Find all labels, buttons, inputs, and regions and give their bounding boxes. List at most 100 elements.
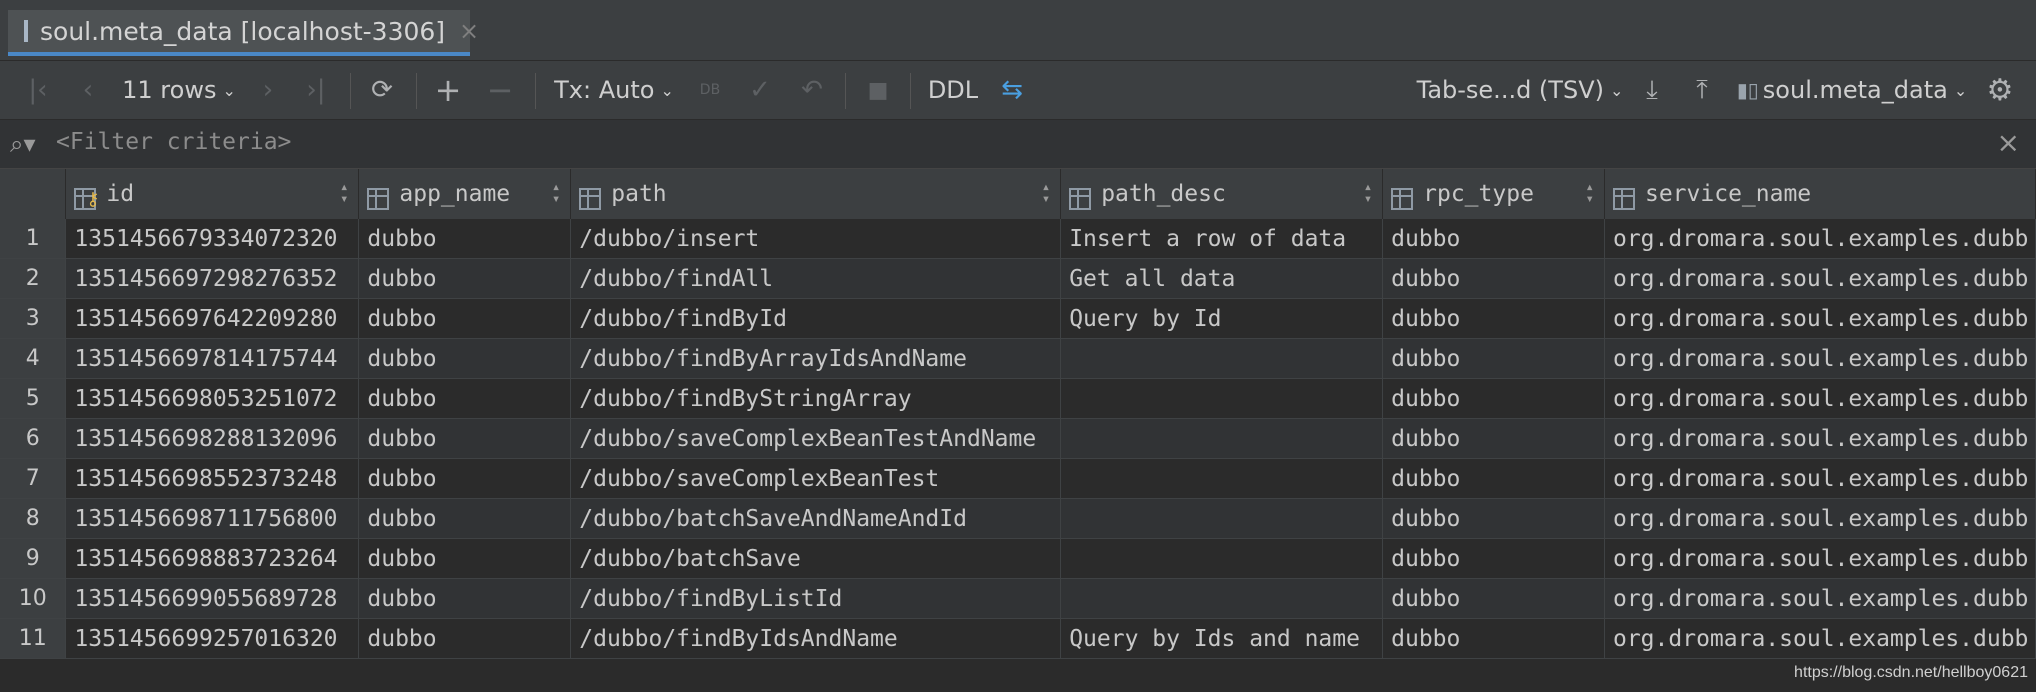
cell-rpc-type[interactable]: dubbo <box>1382 498 1605 539</box>
cell-app-name[interactable]: dubbo <box>358 338 572 379</box>
cell-app-name[interactable]: dubbo <box>358 498 572 539</box>
commit-icon[interactable]: ✓ <box>742 61 778 119</box>
cell-path[interactable]: /dubbo/findByListId <box>570 578 1062 619</box>
cell-rpc-type[interactable]: dubbo <box>1382 378 1605 419</box>
row-number[interactable]: 3 <box>0 298 67 339</box>
cell-path-desc[interactable]: Query by Ids and name <box>1060 618 1384 659</box>
cell-id[interactable]: 1351456699257016320 <box>65 618 360 659</box>
sort-icon[interactable]: ▴ ▾ <box>1364 180 1372 206</box>
cell-path-desc[interactable]: Query by Id <box>1060 298 1384 339</box>
table-row[interactable]: 10 1351456699055689728 dubbo/dubbo/findByL… <box>0 578 2036 619</box>
cell-service-name[interactable]: org.dromara.soul.examples.dubb <box>1604 418 2036 459</box>
cell-rpc-type[interactable]: dubbo <box>1382 538 1605 579</box>
cell-path-desc[interactable] <box>1060 378 1384 419</box>
refresh-icon[interactable]: ⟳ <box>364 61 400 119</box>
close-icon[interactable]: × <box>1997 126 2020 159</box>
cell-path-desc[interactable] <box>1060 538 1384 579</box>
cell-rpc-type[interactable]: dubbo <box>1382 219 1605 259</box>
cell-app-name[interactable]: dubbo <box>358 578 572 619</box>
cell-path-desc[interactable] <box>1060 418 1384 459</box>
cell-rpc-type[interactable]: dubbo <box>1382 618 1605 659</box>
cell-path[interactable]: /dubbo/findByStringArray <box>570 378 1062 419</box>
cell-id[interactable]: 1351456697642209280 <box>65 298 360 339</box>
cell-path-desc[interactable] <box>1060 338 1384 379</box>
cell-path-desc[interactable] <box>1060 458 1384 499</box>
previous-page-icon[interactable]: ‹ <box>70 61 106 119</box>
cell-service-name[interactable]: org.dromara.soul.examples.dubb <box>1604 338 2036 379</box>
settings-icon[interactable]: ⚙ <box>1980 61 2020 119</box>
row-number[interactable]: 10 <box>0 578 67 619</box>
cell-app-name[interactable]: dubbo <box>358 378 572 419</box>
table-row[interactable]: 11 1351456699257016320 dubbo/dubbo/findByI… <box>0 618 2036 659</box>
export-format-dropdown[interactable]: Tab-se...d (TSV) ⌄ <box>1417 61 1624 119</box>
table-row[interactable]: 6 1351456698288132096 dubbo/dubbo/saveComp… <box>0 418 2036 459</box>
row-number[interactable]: 11 <box>0 618 67 659</box>
filter-input[interactable]: <Filter criteria> <box>56 129 291 155</box>
cell-path[interactable]: /dubbo/findByArrayIdsAndName <box>570 338 1062 379</box>
cell-rpc-type[interactable]: dubbo <box>1382 298 1605 339</box>
row-number[interactable]: 4 <box>0 338 67 379</box>
cell-app-name[interactable]: dubbo <box>358 219 572 259</box>
table-row[interactable]: 4 1351456697814175744 dubbo/dubbo/findByAr… <box>0 338 2036 379</box>
cell-path[interactable]: /dubbo/saveComplexBeanTest <box>570 458 1062 499</box>
cell-app-name[interactable]: dubbo <box>358 538 572 579</box>
cell-path-desc[interactable]: Get all data <box>1060 258 1384 299</box>
rows-dropdown[interactable]: 11 rows ⌄ <box>122 61 236 119</box>
cell-path[interactable]: /dubbo/findByIdsAndName <box>570 618 1062 659</box>
column-header-rpc-type[interactable]: rpc_type ▴ ▾ <box>1382 169 1605 219</box>
table-row[interactable]: 1 1351456679334072320 dubbo/dubbo/insert In… <box>0 219 2036 259</box>
transaction-mode-dropdown[interactable]: Tx: Auto ⌄ <box>554 61 674 119</box>
cell-service-name[interactable]: org.dromara.soul.examples.dubb <box>1604 538 2036 579</box>
sort-icon[interactable]: ▴ ▾ <box>340 180 348 206</box>
column-header-app-name[interactable]: app_name ▴ ▾ <box>358 169 572 219</box>
cell-app-name[interactable]: dubbo <box>358 258 572 299</box>
cell-id[interactable]: 1351456697814175744 <box>65 338 360 379</box>
cell-id[interactable]: 1351456698053251072 <box>65 378 360 419</box>
sort-icon[interactable]: ▴ ▾ <box>552 180 560 206</box>
close-icon[interactable]: × <box>459 17 479 45</box>
cell-path[interactable]: /dubbo/saveComplexBeanTestAndName <box>570 418 1062 459</box>
import-icon[interactable]: ⤒ <box>1684 61 1720 119</box>
cell-service-name[interactable]: org.dromara.soul.examples.dubb <box>1604 298 2036 339</box>
cell-path-desc[interactable] <box>1060 498 1384 539</box>
row-number[interactable]: 1 <box>0 219 67 259</box>
cell-app-name[interactable]: dubbo <box>358 298 572 339</box>
table-row[interactable]: 3 1351456697642209280 dubbo/dubbo/findById… <box>0 298 2036 339</box>
cell-path[interactable]: /dubbo/batchSave <box>570 538 1062 579</box>
search-icon[interactable]: ⌕▾ <box>10 130 36 158</box>
add-row-icon[interactable]: + <box>430 61 466 119</box>
cell-service-name[interactable]: org.dromara.soul.examples.dubb <box>1604 498 2036 539</box>
cell-app-name[interactable]: dubbo <box>358 618 572 659</box>
row-number[interactable]: 7 <box>0 458 67 499</box>
cell-service-name[interactable]: org.dromara.soul.examples.dubb <box>1604 458 2036 499</box>
row-number[interactable]: 6 <box>0 418 67 459</box>
submit-db-icon[interactable]: DB <box>692 61 728 119</box>
export-icon[interactable]: ⤓ <box>1634 61 1670 119</box>
cell-id[interactable]: 1351456699055689728 <box>65 578 360 619</box>
cell-id[interactable]: 1351456698288132096 <box>65 418 360 459</box>
column-header-path[interactable]: path ▴ ▾ <box>570 169 1062 219</box>
cell-id[interactable]: 1351456698711756800 <box>65 498 360 539</box>
last-page-icon[interactable]: ›| <box>298 61 334 119</box>
table-row[interactable]: 7 1351456698552373248 dubbo/dubbo/saveComp… <box>0 458 2036 499</box>
first-page-icon[interactable]: |‹ <box>20 61 56 119</box>
cell-app-name[interactable]: dubbo <box>358 418 572 459</box>
row-number[interactable]: 5 <box>0 378 67 419</box>
filter-bar[interactable]: ⌕▾ <Filter criteria> × <box>0 120 2036 169</box>
row-number[interactable]: 2 <box>0 258 67 299</box>
compare-icon[interactable]: ⇆ <box>994 61 1030 119</box>
cell-service-name[interactable]: org.dromara.soul.examples.dubb <box>1604 618 2036 659</box>
table-row[interactable]: 5 1351456698053251072 dubbo/dubbo/findBySt… <box>0 378 2036 419</box>
next-page-icon[interactable]: › <box>250 61 286 119</box>
row-number[interactable]: 9 <box>0 538 67 579</box>
table-row[interactable]: 8 1351456698711756800 dubbo/dubbo/batchSav… <box>0 498 2036 539</box>
cell-path-desc[interactable]: Insert a row of data <box>1060 219 1384 259</box>
cell-path[interactable]: /dubbo/insert <box>570 219 1062 259</box>
column-header-path-desc[interactable]: path_desc ▴ ▾ <box>1060 169 1384 219</box>
cell-path[interactable]: /dubbo/findById <box>570 298 1062 339</box>
cell-service-name[interactable]: org.dromara.soul.examples.dubb <box>1604 578 2036 619</box>
cell-id[interactable]: 1351456679334072320 <box>65 219 360 259</box>
cell-id[interactable]: 1351456698883723264 <box>65 538 360 579</box>
cell-rpc-type[interactable]: dubbo <box>1382 338 1605 379</box>
cell-app-name[interactable]: dubbo <box>358 458 572 499</box>
